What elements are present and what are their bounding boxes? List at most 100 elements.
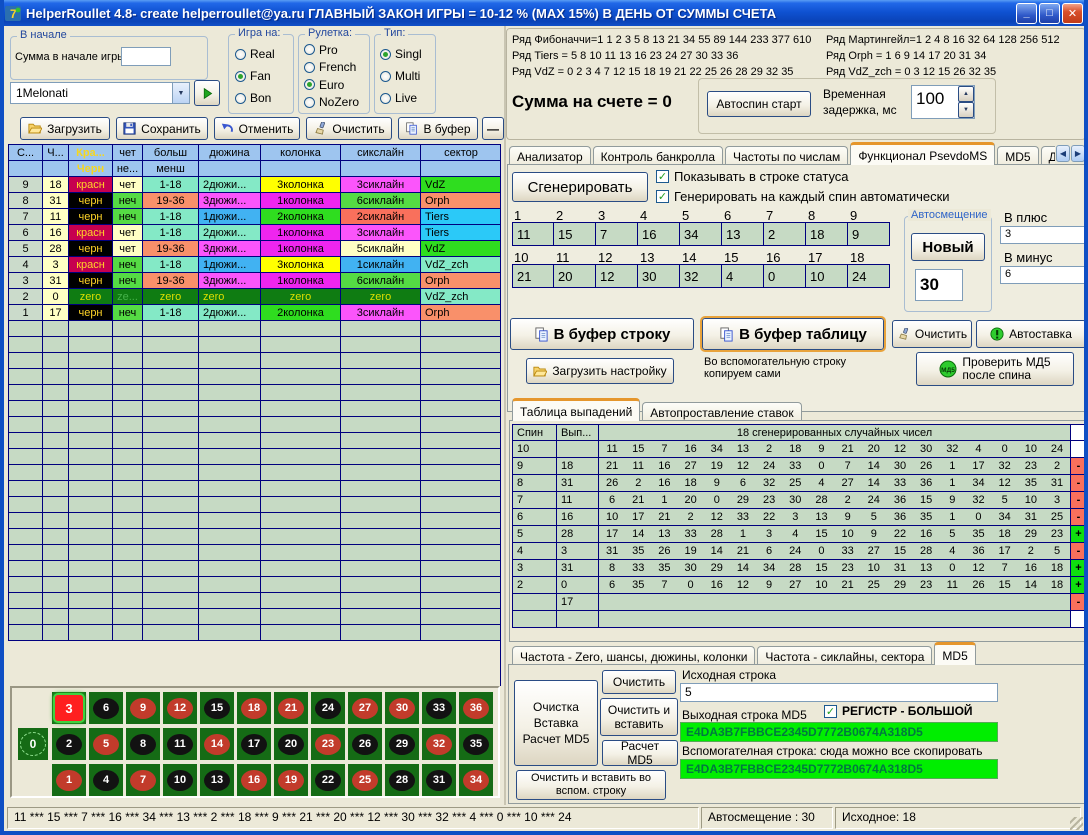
tab-drop-table[interactable]: Таблица выпадений [512,398,640,421]
board-cell-13[interactable]: 13 [200,764,234,796]
load-settings-button[interactable]: Загрузить настройку [526,358,674,384]
minus-input[interactable]: 6 [1000,266,1086,284]
autoshift-value[interactable]: 30 [915,269,963,301]
checkbox-row-1[interactable]: ✓Генерировать на каждый спин автоматичес… [656,189,950,204]
history-col-header[interactable]: не... [113,161,143,177]
history-col-header[interactable] [261,161,341,177]
board-cell-30[interactable]: 30 [385,692,419,724]
board-cell-32[interactable]: 32 [422,728,456,760]
board-cell-24[interactable]: 24 [311,692,345,724]
history-col-header[interactable]: С... [9,145,43,161]
history-col-header[interactable]: дюжина [199,145,261,161]
radio-fan[interactable]: Fan [235,68,291,85]
checkbox-icon[interactable]: ✓ [656,170,669,183]
spins-row[interactable]: 91821111627191224330714302611732232- [513,458,1087,475]
tab-scroll-right-icon[interactable]: ▶ [1071,145,1085,162]
checkbox-row-0[interactable]: ✓Показывать в строке статуса [656,169,849,184]
board-cell-4[interactable]: 4 [89,764,123,796]
board-cell-22[interactable]: 22 [311,764,345,796]
history-col-header[interactable] [421,161,502,177]
save-button[interactable]: Сохранить [116,117,208,140]
spins-row[interactable]: 17 - [513,594,1087,611]
md5-stack-button[interactable]: ОчисткаВставкаРасчет MD5 [514,680,598,766]
history-row[interactable]: 528чернчет19-363дюжи...1колонка5сиклайнV… [9,241,502,257]
tab-analyzer[interactable]: Анализатор [509,146,591,165]
register-checkbox[interactable]: ✓ [824,705,837,718]
md5-source-input[interactable]: 5 [680,683,998,702]
radio-bon[interactable]: Bon [235,90,291,107]
spins-row[interactable]: 5281714133328134151092216535182923+ [513,526,1087,543]
radio-real[interactable]: Real [235,46,291,63]
board-cell-23[interactable]: 23 [311,728,345,760]
play-button[interactable] [194,80,220,106]
chevron-down-icon[interactable]: ▼ [172,83,189,103]
maximize-button[interactable]: □ [1039,3,1060,24]
generate-button[interactable]: Сгенерировать [512,172,648,202]
radio-french[interactable]: French [304,59,368,76]
history-col-header[interactable]: Черн [69,161,113,177]
copy-row-button[interactable]: В буфер строку [510,318,694,350]
history-col-header[interactable]: колонка [261,145,341,161]
md5-calc-button[interactable]: Расчет MD5 [602,740,678,766]
board-cell-6[interactable]: 6 [89,692,123,724]
profile-combo[interactable]: 1Melonati ▼ [10,82,190,104]
board-cell-17[interactable]: 17 [237,728,271,760]
history-row[interactable]: 711черннеч1-181дюжи...2колонка2сиклайнTi… [9,209,502,225]
minimize-button[interactable]: _ [1016,3,1037,24]
radio-nozero[interactable]: NoZero [304,94,368,111]
clear-button[interactable]: Очистить [306,117,392,140]
history-row[interactable]: 117черннеч1-182дюжи...2колонка3сиклайнOr… [9,305,502,321]
md5-clear-paste-aux-button[interactable]: Очистить и вставить во вспом. строку [516,770,666,800]
board-cell-2[interactable]: 2 [52,728,86,760]
spins-row[interactable] [513,611,1087,628]
board-cell-3[interactable]: 3 [52,692,86,724]
spins-row[interactable]: 71162112002923302822436159325103- [513,492,1087,509]
undo-button[interactable]: Отменить [214,117,300,140]
start-sum-input[interactable] [121,47,171,66]
history-col-header[interactable] [9,161,43,177]
load-button[interactable]: Загрузить [20,117,110,140]
radio-multi[interactable]: Multi [380,68,434,85]
board-cell-0[interactable]: 0 [18,728,48,760]
history-col-header[interactable]: сектор [421,145,502,161]
board-cell-16[interactable]: 16 [237,764,271,796]
autoshift-new-button[interactable]: Новый [911,233,985,261]
board-cell-35[interactable]: 35 [459,728,493,760]
copy-button[interactable]: В буфер [398,117,478,140]
delay-spinner[interactable]: 100 ▲▼ [911,85,975,119]
board-cell-14[interactable]: 14 [200,728,234,760]
history-col-header[interactable] [43,161,69,177]
history-col-header[interactable]: Кра... [69,145,113,161]
psevdoms-clear-button[interactable]: Очистить [892,320,972,348]
tab-freq-zero-chances[interactable]: Частота - Zero, шансы, дюжины, колонки [512,646,755,665]
board-cell-25[interactable]: 25 [348,764,382,796]
tab-psevdoms-functional[interactable]: Функционал PsevdoMS [850,142,995,165]
board-cell-19[interactable]: 19 [274,764,308,796]
board-cell-34[interactable]: 34 [459,764,493,796]
tab-md5-bottom[interactable]: MD5 [934,642,975,665]
history-row[interactable]: 331черннеч19-363дюжи...1колонка6сиклайнO… [9,273,502,289]
tab-auto-bets[interactable]: Автопроставление ставок [642,402,801,421]
tab-scroll-left-icon[interactable]: ◀ [1056,145,1070,162]
radio-live[interactable]: Live [380,90,434,107]
tab-column-division[interactable]: Деление кол [1041,146,1055,165]
history-col-header[interactable]: менш [143,161,199,177]
board-cell-11[interactable]: 11 [163,728,197,760]
history-col-header[interactable]: больш [143,145,199,161]
board-cell-12[interactable]: 12 [163,692,197,724]
plus-input[interactable]: 3 [1000,226,1086,244]
radio-pro[interactable]: Pro [304,41,368,58]
check-md5-button[interactable]: МД5 Проверить МД5после спина [916,352,1074,386]
history-col-header[interactable]: чет [113,145,143,161]
history-col-header[interactable] [341,161,421,177]
spins-row[interactable]: 8312621618963225427143336134123531- [513,475,1087,492]
board-cell-31[interactable]: 31 [422,764,456,796]
board-cell-5[interactable]: 5 [89,728,123,760]
spins-row[interactable]: 331833353029143428152310311301271618+ [513,560,1087,577]
history-row[interactable]: 43красннеч1-181дюжи...3колонка1сиклайнVd… [9,257,502,273]
resize-grip[interactable] [1070,817,1083,830]
autobet-button[interactable]: Автоставка [976,320,1086,348]
checkbox-icon[interactable]: ✓ [656,190,669,203]
close-button[interactable]: ✕ [1062,3,1083,24]
history-col-header[interactable]: сикслайн [341,145,421,161]
